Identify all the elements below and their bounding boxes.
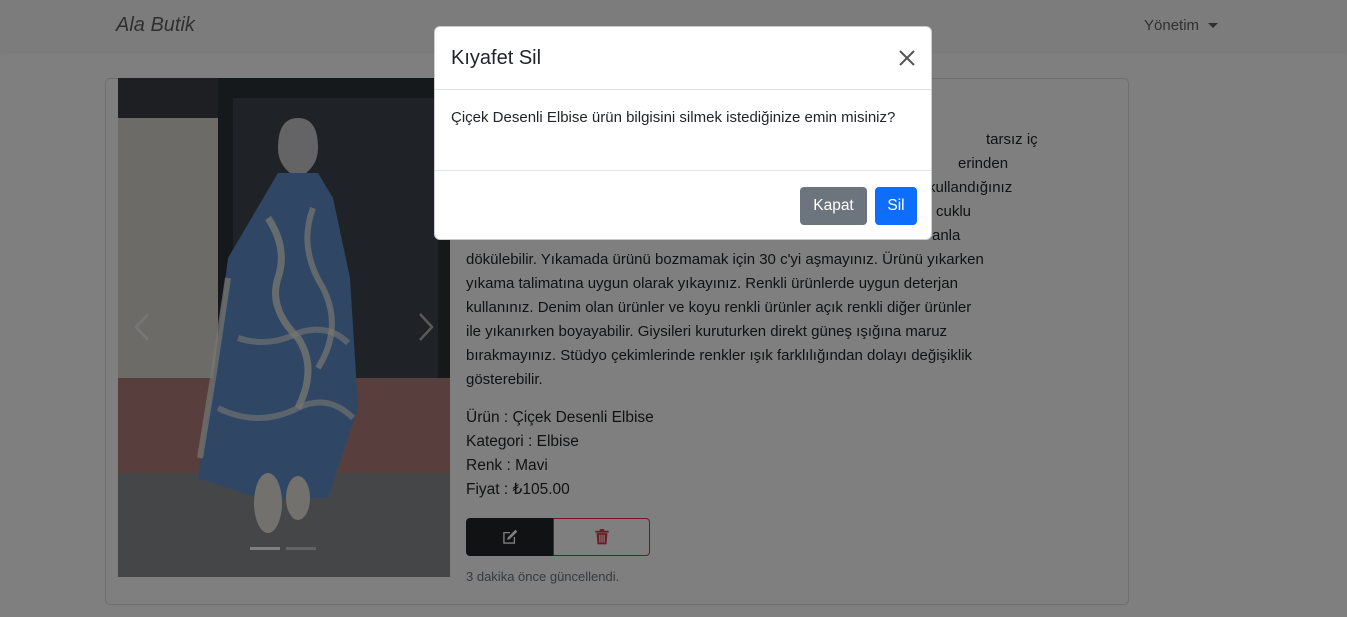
modal-body: Çiçek Desenli Elbise ürün bilgisini silm… [435,90,931,171]
modal-cancel-button[interactable]: Kapat [800,187,867,225]
modal-close-button[interactable] [897,48,917,68]
modal-footer: Kapat Sil [435,171,931,239]
delete-confirm-modal: Kıyafet Sil Çiçek Desenli Elbise ürün bi… [434,26,932,240]
modal-header: Kıyafet Sil [435,27,931,90]
modal-delete-button[interactable]: Sil [875,187,917,225]
modal-title: Kıyafet Sil [451,47,542,69]
close-icon [899,50,915,66]
